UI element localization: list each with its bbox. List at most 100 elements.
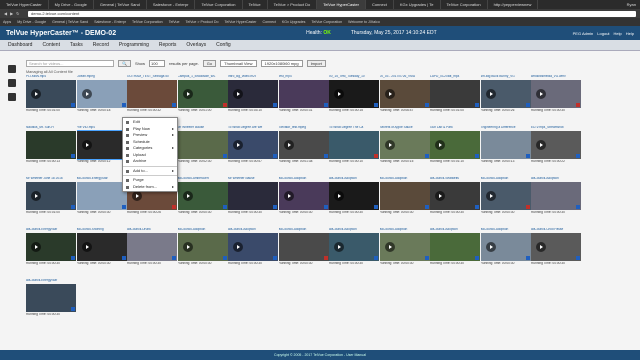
play-icon[interactable] [384,89,395,99]
video-title[interactable]: Engineering a Difference [481,126,531,130]
header-link[interactable]: Logout [597,31,609,36]
browser-tab[interactable]: KGx Upgrades | Te [394,0,441,9]
video-thumbnail[interactable] [76,182,127,210]
video-card[interactable]: adCouncil-Adoption Running Time: 00:00:30 [531,177,581,231]
video-card[interactable]: Campus_1_Brookside_WL Running Time: 00:01… [177,75,228,129]
video-thumbnail[interactable] [177,182,228,210]
video-card[interactable]: adCouncil-Snorting Running Time: 00:00:30 [76,228,127,282]
video-thumbnail[interactable] [278,182,329,210]
video-title[interactable]: adCouncil-Adoption [279,177,329,181]
nav-item-config[interactable]: Config [216,42,230,48]
video-thumbnail[interactable] [379,131,430,159]
play-icon[interactable] [283,140,294,150]
video-title[interactable]: adCouncil-Adoption [329,177,379,181]
play-icon[interactable] [536,242,546,252]
browser-user[interactable]: Ryan [627,2,640,7]
video-thumbnail[interactable] [531,131,581,159]
video-title[interactable]: 00_03 - 2017/0726_VMA [380,75,430,79]
video-thumbnail[interactable] [329,80,379,108]
play-icon[interactable] [31,89,41,99]
video-title[interactable]: ED-V.mp4_Streamshot [531,126,581,130]
video-card[interactable]: ED-V.mp4_Streamshot Running Time: 00:00:2… [531,126,581,180]
bookmark-item[interactable]: Apps [3,20,11,24]
video-card[interactable]: Intro_Bg_video.m2t Running Time: 00:03:10 [228,75,278,129]
bookmark-item[interactable]: TelVue Corporation [132,20,163,24]
play-icon[interactable] [81,140,92,150]
video-card[interactable]: 00_15_Test_Tuesday_10 Running Time: 00:00… [329,75,379,129]
video-card[interactable]: Ocean.mpeg Running Time: 00:00:18 [76,75,127,129]
video-card[interactable]: adCouncil-AmberAlert Running Time: 00:00:… [177,177,228,231]
play-icon[interactable] [81,89,92,99]
nav-item-programming[interactable]: Programming [119,42,149,48]
browser-tab[interactable]: TelVue Corporation [195,0,243,9]
video-thumbnail[interactable] [329,182,379,210]
video-thumbnail[interactable] [531,80,581,108]
play-icon[interactable] [384,242,395,252]
play-icon[interactable] [182,191,193,201]
video-title[interactable]: Mr Wheeler clause [178,126,228,130]
menu-item-archive[interactable]: Archive [123,158,177,165]
add-icon[interactable] [8,65,16,73]
video-thumbnail[interactable] [228,131,278,159]
video-thumbnail[interactable] [26,80,76,108]
video-thumbnail[interactable] [329,131,379,159]
video-title[interactable]: Ocean.mpeg [77,75,127,79]
video-thumbnail[interactable] [76,130,127,160]
play-icon[interactable] [485,242,496,252]
video-thumbnail[interactable] [177,131,228,159]
video-thumbnail[interactable] [480,182,531,210]
video-title[interactable]: adCouncil-EnergyStar [77,177,127,181]
nav-item-record[interactable]: Record [93,42,109,48]
header-link[interactable]: Help [626,31,634,36]
video-thumbnail[interactable] [127,80,177,108]
video-card[interactable]: adCouncil-Adoption Running Time: 00:00:30 [480,177,531,231]
video-title[interactable]: Nautilus_Mt. Sun-H [26,126,76,130]
nav-item-reports[interactable]: Reports [159,42,177,48]
video-thumbnail[interactable] [430,80,480,108]
video-card[interactable]: adCouncil-EnergyStar Running Time: 00:00:… [26,279,76,333]
video-title[interactable]: adCouncil-SeatBelts [430,177,480,181]
go-button[interactable]: Go [202,60,217,67]
video-title[interactable]: LAPD_0C20Bit_mp4 [430,75,480,79]
video-thumbnail[interactable] [480,131,531,159]
video-title[interactable]: Secrets of Apple Sauce [380,126,430,130]
video-card[interactable]: 00_03 - 2017/0726_VMA Running Time: 00:06… [379,75,430,129]
video-card[interactable]: Mr Wheeler June 18 2016 Running Time: 00:… [26,177,76,231]
video-card[interactable]: windowsmedia_VG.wmv Running Time: 00:00:3… [531,75,581,129]
video-title[interactable]: Mr Wheeler June 18 2016 [26,177,76,181]
video-title[interactable]: Mr Wheeler clause [228,177,278,181]
video-title[interactable]: adCouncil-Adoption [531,177,581,181]
url-field[interactable]: demo-2.telvue.com/content [28,10,636,17]
rss-icon[interactable] [8,79,16,87]
video-card[interactable]: PLI-MBN.mp4 Running Time: 00:01:00 [26,75,76,129]
play-icon[interactable] [31,242,41,252]
video-card[interactable]: adCouncil-EnergyStar Running Time: 00:00:… [76,177,127,231]
bookmark-item[interactable]: General | TelVue Sand [52,20,88,24]
bookmark-item[interactable]: TelVue Corporation [311,20,342,24]
bookmark-item[interactable]: Welcome to JXtalco [348,20,380,24]
video-thumbnail[interactable] [278,131,329,159]
video-title[interactable]: Elevator_test.mpeg [279,126,329,130]
video-title[interactable]: adCouncil-Drunk [127,228,177,232]
header-link[interactable]: PEG Admin [573,31,594,36]
browser-tab[interactable]: TelVue [243,0,268,9]
video-title[interactable]: PLI-MBN.mp4 [26,75,76,79]
search-button[interactable]: 🔍 [118,60,131,67]
bookmark-item[interactable]: My Drive - Google [17,20,46,24]
menu-item-add-to[interactable]: Add to... ▸ [123,168,177,175]
video-card[interactable]: adCouncil-SeatBelts Running Time: 00:00:3… [430,177,480,231]
video-thumbnail[interactable] [430,182,480,210]
video-title[interactable]: adCouncil-Child Passe [531,228,581,232]
video-card[interactable]: adCouncil-Adoption Running Time: 00:00:30 [177,228,228,282]
video-card[interactable]: adCouncil-Adoption Running Time: 00:00:30 [228,228,278,282]
bookmark-item[interactable]: TelVue > Product Do [186,20,219,24]
play-icon[interactable] [485,191,496,201]
video-card[interactable]: adCouncil-Child Passe Running Time: 00:00… [531,228,581,282]
video-card[interactable]: adCouncil-Adoption Running Time: 00:00:30 [480,228,531,282]
video-card[interactable]: adCouncil-Adoption Running Time: 00:00:30 [278,177,329,231]
video-title[interactable]: GOTHAM_TEST_Seinaga 50 [127,75,177,79]
format-select[interactable]: 1920x1080i60 mpg [260,60,303,67]
video-title[interactable]: adCouncil-Adoption [228,228,278,232]
document-icon[interactable] [8,93,16,101]
video-title[interactable]: Intro_Bg_video.m2t [228,75,278,79]
